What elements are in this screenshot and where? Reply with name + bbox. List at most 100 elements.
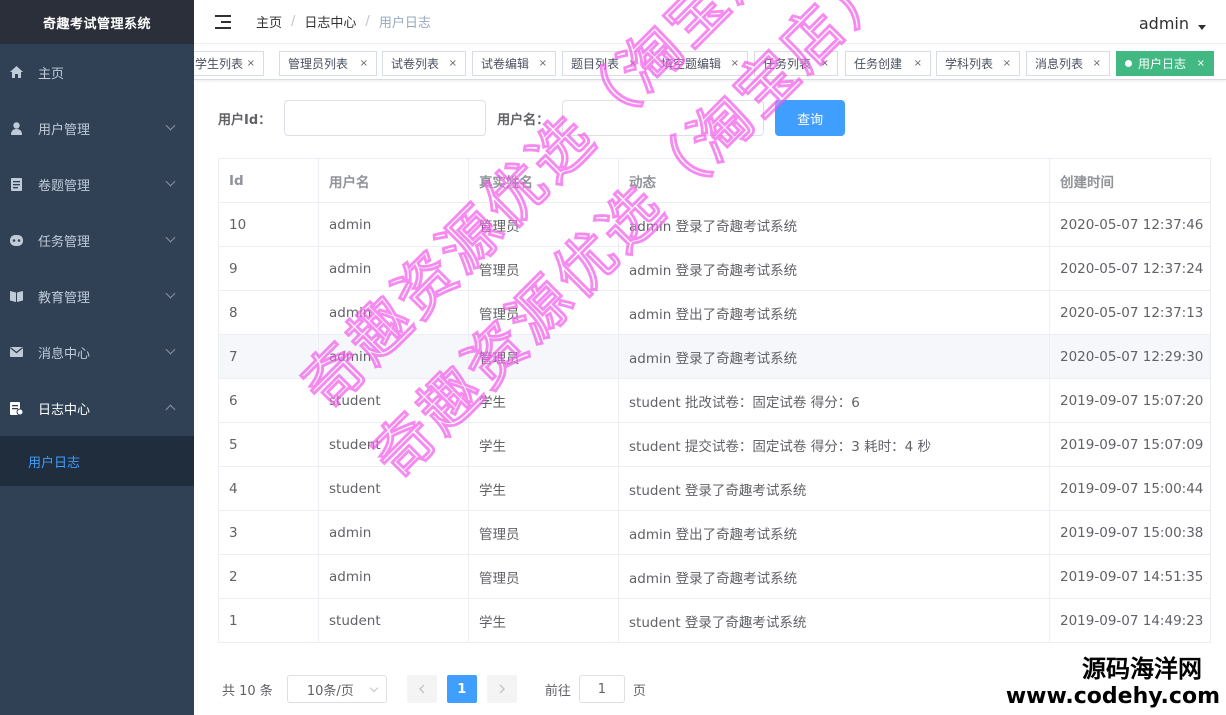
cell-created: 2020-05-07 12:37:24 — [1049, 246, 1211, 291]
cell-id: 2 — [218, 554, 319, 599]
table-row[interactable]: 10 admin 管理员 admin 登录了奇趣考试系统 2020-05-07 … — [218, 202, 1211, 247]
cell-realname: 管理员 — [468, 510, 619, 555]
hamburger-icon[interactable] — [215, 14, 233, 29]
close-icon[interactable]: × — [731, 58, 739, 69]
tag-fill-question-edit[interactable]: 填空题编辑 × — [652, 51, 748, 76]
tag-user-log[interactable]: 用户日志 × — [1116, 51, 1214, 76]
cell-action: student 登录了奇趣考试系统 — [618, 598, 1050, 643]
tag-paper-edit[interactable]: 试卷编辑 × — [472, 51, 556, 76]
cell-username: admin — [318, 202, 469, 247]
sidebar-item-paper-management[interactable]: 卷题管理 — [0, 156, 194, 212]
sidebar-item-label: 日志中心 — [38, 402, 91, 418]
close-icon[interactable]: × — [1197, 58, 1205, 69]
breadcrumb-separator: / — [291, 14, 296, 29]
tag-admin-list[interactable]: 管理员列表 × — [279, 51, 377, 76]
cell-username: admin — [318, 246, 469, 291]
sidebar-item-log-center[interactable]: 日志中心 — [0, 380, 194, 436]
sidebar-item-user-management[interactable]: 用户管理 — [0, 100, 194, 156]
sidebar-item-home[interactable]: 主页 — [0, 44, 194, 100]
log-table: Id 用户名 真实姓名 动态 创建时间 10 admin 管理员 admin 登… — [218, 158, 1211, 643]
table-row[interactable]: 7 admin 管理员 admin 登录了奇趣考试系统 2020-05-07 1… — [218, 334, 1211, 379]
column-header-realname[interactable]: 真实姓名 — [468, 158, 619, 203]
close-icon[interactable]: × — [449, 58, 457, 69]
chevron-down-icon — [165, 176, 176, 187]
tag-paper-list[interactable]: 试卷列表 × — [382, 51, 466, 76]
breadcrumb-log-center[interactable]: 日志中心 — [304, 12, 356, 31]
user-menu[interactable]: admin — [1139, 14, 1206, 33]
tag-task-list[interactable]: 任务列表 × — [754, 51, 838, 76]
tag-task-create[interactable]: 任务创建 × — [845, 51, 931, 76]
corner-watermark-url: www.codehy.com — [1005, 683, 1220, 709]
cell-id: 6 — [218, 378, 319, 423]
column-header-username[interactable]: 用户名 — [318, 158, 469, 203]
cell-id: 7 — [218, 334, 319, 379]
table-row[interactable]: 2 admin 管理员 admin 登录了奇趣考试系统 2019-09-07 1… — [218, 554, 1211, 599]
close-icon[interactable]: × — [914, 58, 922, 69]
table-row[interactable]: 8 admin 管理员 admin 登出了奇趣考试系统 2020-05-07 1… — [218, 290, 1211, 335]
sidebar-item-message-center[interactable]: 消息中心 — [0, 324, 194, 380]
sidebar-item-task-management[interactable]: 任务管理 — [0, 212, 194, 268]
user-name-input[interactable] — [562, 100, 765, 136]
cell-action: admin 登录了奇趣考试系统 — [618, 202, 1050, 247]
user-id-input[interactable] — [284, 100, 487, 136]
query-button[interactable]: 查询 — [775, 100, 846, 136]
table-row[interactable]: 4 student 学生 student 登录了奇趣考试系统 2019-09-0… — [218, 466, 1211, 511]
prev-page-button[interactable] — [406, 675, 437, 703]
breadcrumb-home[interactable]: 主页 — [256, 12, 282, 31]
tag-student-list[interactable]: 学生列表 × — [194, 51, 264, 76]
app-logo[interactable]: 奇趣考试管理系统 — [0, 0, 194, 44]
close-icon[interactable]: × — [539, 58, 547, 69]
mail-icon — [9, 345, 23, 359]
cell-username: admin — [318, 290, 469, 335]
close-icon[interactable]: × — [1003, 58, 1011, 69]
tag-label: 管理员列表 — [288, 57, 349, 71]
tag-label: 填空题编辑 — [661, 57, 722, 71]
cell-username: student — [318, 422, 469, 467]
goto-page-input[interactable]: 1 — [578, 675, 625, 703]
column-header-action[interactable]: 动态 — [618, 158, 1050, 203]
table-row[interactable]: 3 admin 管理员 admin 登出了奇趣考试系统 2019-09-07 1… — [218, 510, 1211, 555]
chevron-down-icon — [165, 120, 176, 131]
table-row[interactable]: 6 student 学生 student 批改试卷：固定试卷 得分：6 2019… — [218, 378, 1211, 423]
breadcrumb-separator: / — [365, 14, 370, 29]
next-page-button[interactable] — [486, 675, 517, 703]
tag-subject-list[interactable]: 学科列表 × — [936, 51, 1020, 76]
tag-question-list[interactable]: 题目列表 × — [562, 51, 646, 76]
close-icon[interactable]: × — [1093, 58, 1101, 69]
close-icon[interactable]: × — [360, 58, 368, 69]
close-icon[interactable]: × — [629, 58, 637, 69]
column-header-id[interactable]: Id — [218, 158, 319, 203]
cell-realname: 管理员 — [468, 246, 619, 291]
pagination: 共 10 条 10条/页 1 前往 1 页 — [222, 675, 646, 703]
sidebar-item-education-management[interactable]: 教育管理 — [0, 268, 194, 324]
cell-username: admin — [318, 554, 469, 599]
page-number-current[interactable]: 1 — [446, 675, 477, 703]
cell-realname: 管理员 — [468, 202, 619, 247]
chevron-up-icon — [165, 404, 176, 415]
sidebar-item-label: 任务管理 — [38, 234, 91, 250]
cell-id: 3 — [218, 510, 319, 555]
page-size-select[interactable]: 10条/页 — [286, 675, 387, 703]
cell-realname: 管理员 — [468, 290, 619, 335]
cell-realname: 管理员 — [468, 554, 619, 599]
cell-id: 4 — [218, 466, 319, 511]
cell-id: 10 — [218, 202, 319, 247]
sidebar-item-label: 消息中心 — [38, 346, 91, 362]
close-icon[interactable]: × — [821, 58, 829, 69]
table-row[interactable]: 9 admin 管理员 admin 登录了奇趣考试系统 2020-05-07 1… — [218, 246, 1211, 291]
cell-created: 2019-09-07 15:00:38 — [1049, 510, 1211, 555]
search-form: 用户Id： 用户名： 查询 — [218, 100, 846, 136]
tag-label: 用户日志 — [1138, 57, 1187, 71]
tag-message-list[interactable]: 消息列表 × — [1026, 51, 1110, 76]
column-header-created[interactable]: 创建时间 — [1049, 158, 1211, 203]
sidebar-item-label: 用户管理 — [38, 122, 91, 138]
user-id-label: 用户Id： — [218, 112, 272, 128]
table-row[interactable]: 5 student 学生 student 提交试卷：固定试卷 得分：3 耗时：4… — [218, 422, 1211, 467]
tag-label: 题目列表 — [571, 57, 620, 71]
cell-created: 2020-05-07 12:29:30 — [1049, 334, 1211, 379]
close-icon[interactable]: × — [247, 58, 255, 69]
cell-created: 2019-09-07 14:51:35 — [1049, 554, 1211, 599]
sidebar-subitem-user-log[interactable]: 用户日志 — [0, 436, 194, 486]
table-row[interactable]: 1 student 学生 student 登录了奇趣考试系统 2019-09-0… — [218, 598, 1211, 643]
cell-action: student 登录了奇趣考试系统 — [618, 466, 1050, 511]
